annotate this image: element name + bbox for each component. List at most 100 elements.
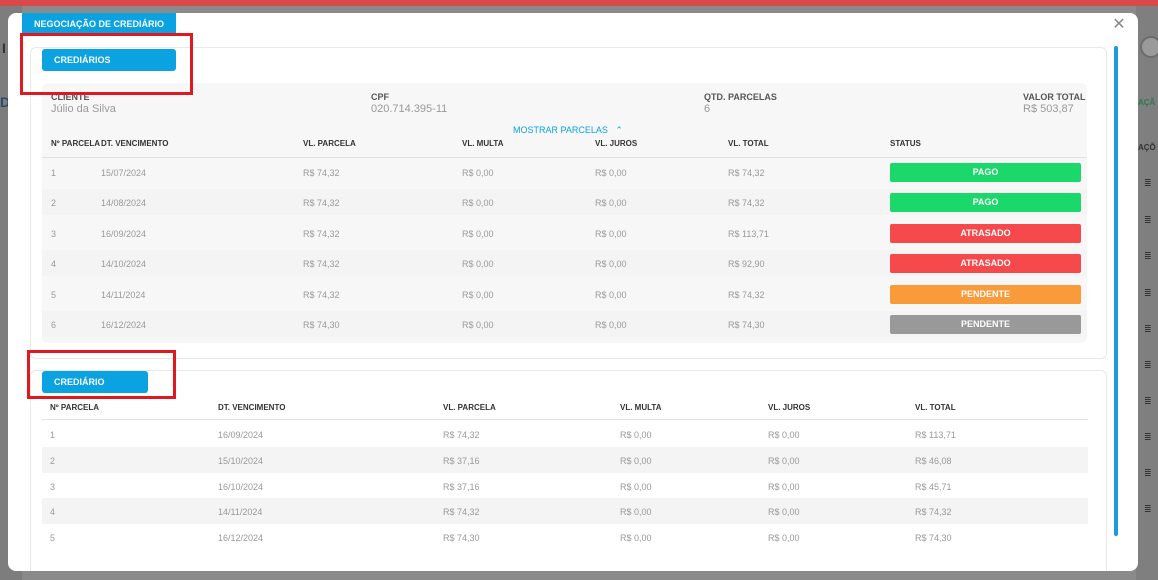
- table-cell: 15/07/2024: [101, 168, 147, 178]
- table-cell: 16/10/2024: [218, 482, 264, 492]
- table-cell: R$ 46,08: [915, 456, 952, 466]
- column-header: STATUS: [890, 139, 921, 148]
- list-search-icon[interactable]: ≣: [1144, 251, 1152, 262]
- status-badge: PAGO: [890, 193, 1081, 212]
- table-cell: R$ 0,00: [768, 533, 800, 543]
- list-search-icon[interactable]: ≣: [1144, 396, 1152, 407]
- table-cell: R$ 0,00: [595, 229, 627, 239]
- table-cell: R$ 0,00: [462, 168, 494, 178]
- table-cell: R$ 0,00: [620, 533, 652, 543]
- table-cell: R$ 74,32: [915, 507, 952, 517]
- table-cell: R$ 74,32: [303, 198, 340, 208]
- column-header: VL. TOTAL: [915, 403, 956, 412]
- table-cell: 2: [51, 198, 57, 208]
- highlight-box-negotiated: [20, 33, 193, 95]
- list-search-icon[interactable]: ≣: [1144, 288, 1152, 299]
- column-header: DT. VENCIMENTO: [101, 139, 169, 148]
- background-right-edge: AÇÃ AÇÕ ≣ ≣ ≣ ≣ ≣ ≣ ≣ ≣ ≣ ≣: [1136, 6, 1158, 580]
- table-cell: R$ 0,00: [768, 456, 800, 466]
- table-cell: R$ 0,00: [620, 507, 652, 517]
- table-cell: R$ 0,00: [595, 290, 627, 300]
- column-header: VL. PARCELA: [303, 139, 356, 148]
- table-cell: R$ 0,00: [768, 482, 800, 492]
- column-header: VL. PARCELA: [443, 403, 496, 412]
- table-cell: R$ 0,00: [620, 482, 652, 492]
- table-cell: 4: [51, 259, 57, 269]
- list-search-icon[interactable]: ≣: [1144, 360, 1152, 371]
- background-tab-label: AÇÃ: [1138, 98, 1156, 107]
- show-installments-toggle[interactable]: MOSTRAR PARCELAS ⌃: [513, 125, 623, 136]
- table-cell: 6: [51, 320, 57, 330]
- table-cell: 1: [51, 168, 57, 178]
- table-cell: R$ 74,30: [915, 533, 952, 543]
- table-cell: R$ 0,00: [768, 430, 800, 440]
- list-search-icon[interactable]: ≣: [1144, 215, 1152, 226]
- cpf-label: CPF: [371, 92, 389, 102]
- table-cell: R$ 0,00: [462, 259, 494, 269]
- list-search-icon[interactable]: ≣: [1144, 468, 1152, 479]
- list-search-icon[interactable]: ≣: [1144, 178, 1152, 189]
- table-cell: R$ 74,32: [303, 259, 340, 269]
- list-search-icon[interactable]: ≣: [1144, 324, 1152, 335]
- table-cell: 16/12/2024: [101, 320, 147, 330]
- table-cell: R$ 0,00: [595, 198, 627, 208]
- table-cell: R$ 74,32: [443, 430, 480, 440]
- cpf-value: 020.714.395-11: [371, 103, 448, 115]
- table-cell: R$ 74,30: [728, 320, 765, 330]
- table-cell: R$ 74,30: [443, 533, 480, 543]
- app-top-bar: [0, 0, 1158, 6]
- table-cell: 16/09/2024: [218, 430, 264, 440]
- background-column-label: AÇÕ: [1138, 143, 1156, 152]
- table-cell: R$ 113,71: [915, 430, 956, 440]
- toggle-label: MOSTRAR PARCELAS: [513, 125, 608, 135]
- table-cell: R$ 0,00: [462, 198, 494, 208]
- column-header: VL. JUROS: [768, 403, 811, 412]
- table-cell: 16/09/2024: [101, 229, 147, 239]
- table-cell: 15/10/2024: [218, 456, 264, 466]
- table-cell: R$ 0,00: [620, 430, 652, 440]
- list-search-icon[interactable]: ≣: [1144, 432, 1152, 443]
- table-cell: R$ 74,32: [303, 290, 340, 300]
- client-value: Júlio da Silva: [51, 103, 116, 115]
- table-cell: R$ 37,16: [443, 482, 480, 492]
- avatar[interactable]: [1140, 36, 1158, 58]
- status-badge: ATRASADO: [890, 254, 1081, 273]
- modal-scrollbar[interactable]: [1114, 46, 1118, 536]
- table-cell: 14/11/2024: [218, 507, 263, 517]
- table-cell: R$ 92,90: [728, 259, 765, 269]
- table-cell: 2: [50, 456, 56, 466]
- column-header: VL. JUROS: [595, 139, 638, 148]
- column-header: DT. VENCIMENTO: [218, 403, 286, 412]
- table-cell: R$ 0,00: [768, 507, 800, 517]
- table-cell: 1: [50, 430, 56, 440]
- table-cell: R$ 74,32: [728, 198, 765, 208]
- header-divider: [42, 157, 1087, 158]
- close-icon[interactable]: ✕: [1111, 17, 1127, 33]
- status-badge: PENDENTE: [890, 315, 1081, 334]
- status-badge: ATRASADO: [890, 224, 1081, 243]
- column-header: VL. MULTA: [620, 403, 662, 412]
- table-cell: R$ 74,32: [303, 229, 340, 239]
- table-cell: R$ 0,00: [462, 229, 494, 239]
- table-cell: R$ 74,32: [728, 290, 765, 300]
- status-badge: PENDENTE: [890, 285, 1081, 304]
- table-cell: 5: [51, 290, 57, 300]
- table-cell: R$ 74,32: [443, 507, 480, 517]
- qtd-label: QTD. PARCELAS: [704, 92, 777, 102]
- table-cell: R$ 0,00: [462, 290, 494, 300]
- table-cell: R$ 0,00: [595, 259, 627, 269]
- modal-title-tag: NEGOCIAÇÃO DE CREDIÁRIO: [22, 13, 177, 35]
- status-badge: PAGO: [890, 163, 1081, 182]
- table-cell: 3: [51, 229, 57, 239]
- table-cell: R$ 0,00: [595, 168, 627, 178]
- table-cell: R$ 113,71: [728, 229, 769, 239]
- chevron-up-icon: ⌃: [615, 125, 623, 135]
- column-header: VL. MULTA: [462, 139, 504, 148]
- table-cell: R$ 37,16: [443, 456, 480, 466]
- list-search-icon[interactable]: ≣: [1144, 504, 1152, 515]
- table-cell: 3: [50, 482, 56, 492]
- column-header: VL. TOTAL: [728, 139, 769, 148]
- table-cell: 14/10/2024: [101, 259, 147, 269]
- header-divider: [42, 419, 1088, 420]
- total-label: VALOR TOTAL: [1023, 92, 1086, 102]
